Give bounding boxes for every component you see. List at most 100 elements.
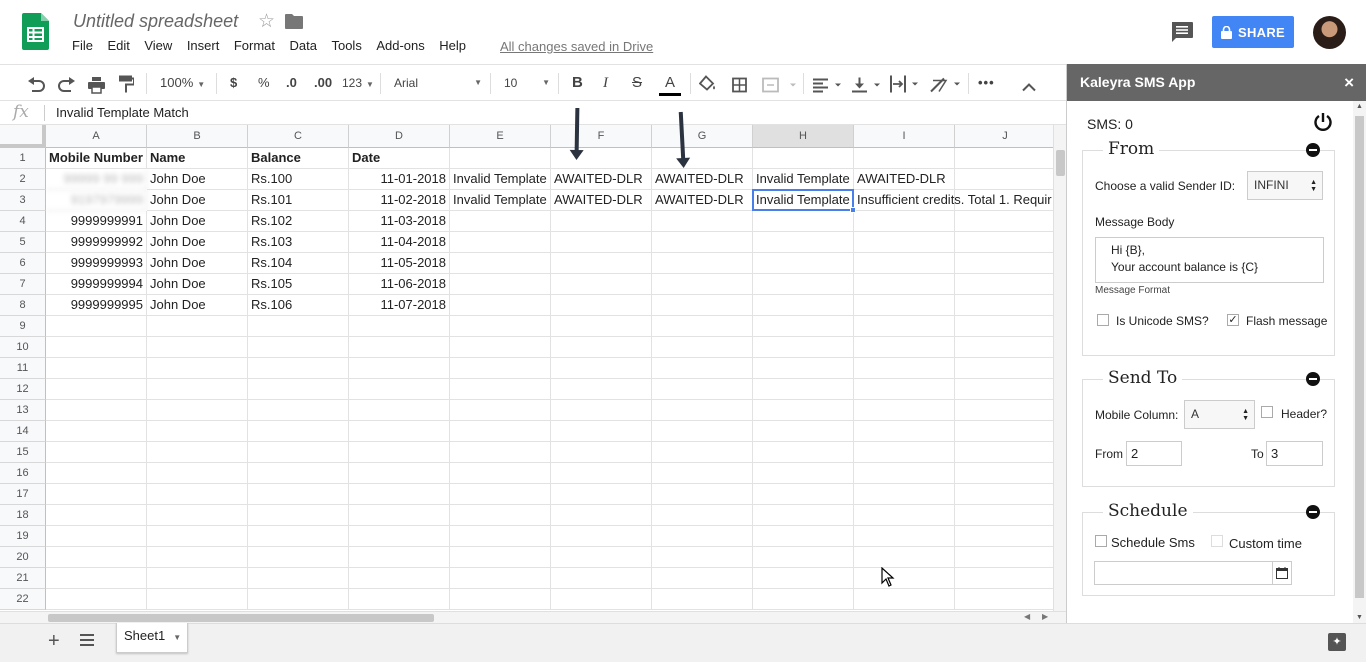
row-header-10[interactable]: 10 [0,337,46,358]
row-header-8[interactable]: 8 [0,295,46,316]
align-left-icon[interactable] [813,75,843,95]
cell-g21[interactable] [652,568,753,589]
share-button[interactable]: SHARE [1212,16,1294,48]
cell-h15[interactable] [753,442,854,463]
cell-c7[interactable]: Rs.105 [248,274,349,295]
mobile-column-select[interactable]: A ▲ ▼ [1184,400,1255,429]
cell-e12[interactable] [450,379,551,400]
row-header-19[interactable]: 19 [0,526,46,547]
cell-f12[interactable] [551,379,652,400]
redo-icon[interactable] [58,75,75,95]
cell-f18[interactable] [551,505,652,526]
row-header-12[interactable]: 12 [0,379,46,400]
sender-id-select[interactable]: INFINI ▲ ▼ [1247,171,1323,200]
cell-g17[interactable] [652,484,753,505]
menu-insert[interactable]: Insert [187,38,220,56]
to-row-input[interactable]: 3 [1266,441,1323,466]
cell-j8[interactable] [955,295,1053,316]
cell-j12[interactable] [955,379,1053,400]
increase-decimal-button[interactable]: .00 [314,73,332,93]
select-all-corner[interactable] [0,125,46,148]
cell-g15[interactable] [652,442,753,463]
cell-d17[interactable] [349,484,450,505]
cell-d12[interactable] [349,379,450,400]
cell-a17[interactable] [46,484,147,505]
cell-d8[interactable]: 11-07-2018 [349,295,450,316]
cell-h10[interactable] [753,337,854,358]
cell-h3[interactable]: Invalid Template [753,190,854,211]
cell-j15[interactable] [955,442,1053,463]
cell-g2[interactable]: AWAITED-DLR [652,169,753,190]
power-icon[interactable] [1313,112,1333,132]
row-header-1[interactable]: 1 [0,148,46,169]
cell-g3[interactable]: AWAITED-DLR [652,190,753,211]
cell-e17[interactable] [450,484,551,505]
cell-i3[interactable]: Insufficient credits. Total 1. Requir [854,190,1052,211]
row-header-7[interactable]: 7 [0,274,46,295]
vertical-scrollbar[interactable] [1053,125,1066,611]
column-header-i[interactable]: I [854,125,955,148]
row-header-4[interactable]: 4 [0,211,46,232]
cell-b11[interactable] [147,358,248,379]
cell-g1[interactable] [652,148,753,169]
scroll-up-icon[interactable]: ▲ [1356,103,1363,110]
scroll-down-icon[interactable]: ▼ [1356,614,1363,621]
cell-a19[interactable] [46,526,147,547]
message-format-link[interactable]: Message Format [1095,285,1170,296]
cell-b20[interactable] [147,547,248,568]
row-header-18[interactable]: 18 [0,505,46,526]
column-header-h[interactable]: H [753,125,854,148]
cell-e11[interactable] [450,358,551,379]
cell-a12[interactable] [46,379,147,400]
cell-d5[interactable]: 11-04-2018 [349,232,450,253]
cell-h19[interactable] [753,526,854,547]
cell-c13[interactable] [248,400,349,421]
cell-j2[interactable] [955,169,1053,190]
cell-a4[interactable]: 9999999991 [46,211,147,232]
cell-a15[interactable] [46,442,147,463]
sheets-logo-icon[interactable] [22,13,49,50]
cell-i20[interactable] [854,547,955,568]
bold-button[interactable]: B [572,73,583,93]
text-color-button[interactable]: A [659,73,681,96]
cell-g8[interactable] [652,295,753,316]
cell-c12[interactable] [248,379,349,400]
cell-b12[interactable] [147,379,248,400]
cell-a5[interactable]: 9999999992 [46,232,147,253]
header-checkbox[interactable] [1261,406,1273,418]
collapse-from-icon[interactable] [1306,143,1320,157]
cell-d20[interactable] [349,547,450,568]
cell-i1[interactable] [854,148,955,169]
cell-c20[interactable] [248,547,349,568]
horizontal-scroll-thumb[interactable] [48,614,434,622]
cell-j19[interactable] [955,526,1053,547]
cell-g22[interactable] [652,589,753,610]
cell-h18[interactable] [753,505,854,526]
scroll-right-icon[interactable]: ▶ [1042,612,1048,621]
cell-b15[interactable] [147,442,248,463]
cell-i14[interactable] [854,421,955,442]
cell-a13[interactable] [46,400,147,421]
column-header-f[interactable]: F [551,125,652,148]
row-header-6[interactable]: 6 [0,253,46,274]
column-header-a[interactable]: A [46,125,147,148]
cell-j21[interactable] [955,568,1053,589]
cell-a10[interactable] [46,337,147,358]
cell-c9[interactable] [248,316,349,337]
cell-d2[interactable]: 11-01-2018 [349,169,450,190]
row-header-15[interactable]: 15 [0,442,46,463]
menu-format[interactable]: Format [234,38,275,56]
percent-button[interactable]: % [258,73,270,93]
row-header-2[interactable]: 2 [0,169,46,190]
cell-c5[interactable]: Rs.103 [248,232,349,253]
row-header-22[interactable]: 22 [0,589,46,610]
cell-a7[interactable]: 9999999994 [46,274,147,295]
cell-e19[interactable] [450,526,551,547]
cell-b18[interactable] [147,505,248,526]
cell-e21[interactable] [450,568,551,589]
sidebar-scroll-thumb[interactable] [1355,116,1364,598]
cell-d22[interactable] [349,589,450,610]
cell-f10[interactable] [551,337,652,358]
cell-h16[interactable] [753,463,854,484]
decrease-decimal-button[interactable]: .0 [286,73,297,93]
